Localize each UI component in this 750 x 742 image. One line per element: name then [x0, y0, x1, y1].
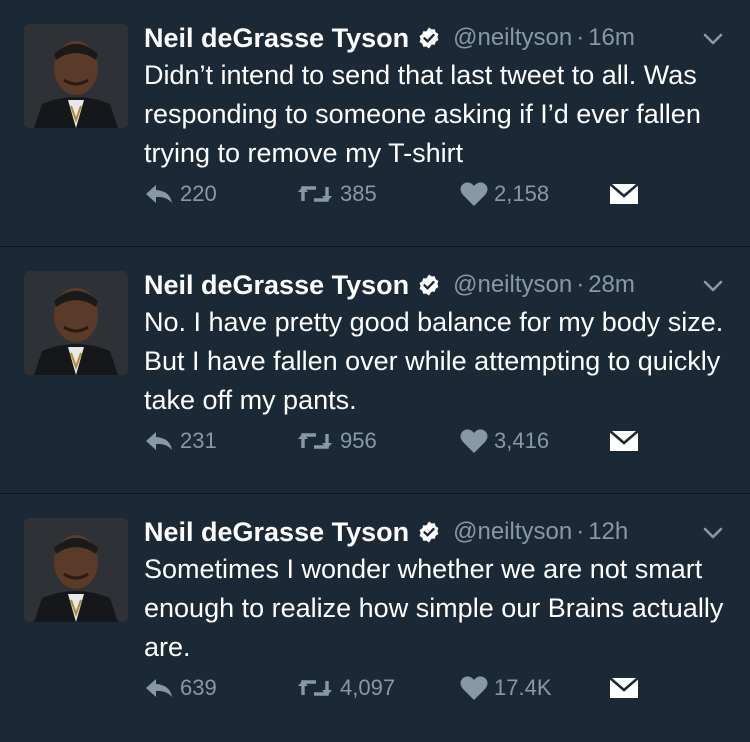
author-name[interactable]: Neil deGrasse Tyson	[144, 23, 409, 54]
timestamp[interactable]: 28m	[588, 271, 635, 299]
author-name[interactable]: Neil deGrasse Tyson	[144, 270, 409, 301]
like-count: 17.4K	[494, 675, 552, 700]
reply-count: 231	[180, 428, 217, 453]
envelope-icon	[609, 430, 639, 451]
tweet-text: Didn’t intend to send that last tweet to…	[144, 60, 709, 168]
reply-button[interactable]: 231	[144, 425, 217, 457]
envelope-icon	[609, 677, 639, 698]
tweet-header: Neil deGrasse Tyson @neiltyson · 28m	[144, 265, 730, 305]
like-count: 2,158	[494, 181, 550, 206]
retweet-count: 956	[340, 428, 377, 453]
retweet-button[interactable]: 385	[296, 178, 377, 210]
direct-message-button[interactable]	[608, 672, 640, 704]
reply-button[interactable]: 220	[144, 178, 217, 210]
separator-dot: ·	[576, 271, 585, 298]
timestamp[interactable]: 12h	[588, 518, 628, 546]
retweet-icon	[298, 433, 332, 449]
direct-message-button[interactable]	[608, 178, 640, 210]
tweet-header: Neil deGrasse Tyson @neiltyson · 12h	[144, 512, 730, 552]
chevron-down-icon[interactable]	[700, 273, 726, 299]
chevron-down-icon[interactable]	[700, 520, 726, 546]
tweet[interactable]: Neil deGrasse Tyson @neiltyson · 28m No.…	[0, 247, 750, 494]
retweet-count: 385	[340, 181, 377, 206]
tweet-content: Neil deGrasse Tyson @neiltyson · 12h Som…	[144, 512, 730, 667]
tweet-actions: 220 385 2,158	[144, 178, 730, 210]
like-button[interactable]: 3,416	[460, 425, 549, 457]
retweet-count: 4,097	[340, 675, 396, 700]
direct-message-button[interactable]	[608, 425, 640, 457]
author-handle[interactable]: @neiltyson	[453, 271, 572, 299]
heart-icon	[460, 429, 488, 453]
reply-icon	[146, 432, 172, 450]
tweet-content: Neil deGrasse Tyson @neiltyson · 16m Did…	[144, 18, 730, 173]
timestamp[interactable]: 16m	[588, 24, 635, 52]
retweet-button[interactable]: 4,097	[296, 672, 395, 704]
avatar[interactable]	[24, 518, 128, 622]
reply-icon	[146, 679, 172, 697]
like-count: 3,416	[494, 428, 550, 453]
tweet-header: Neil deGrasse Tyson @neiltyson · 16m	[144, 18, 730, 58]
tweet-content: Neil deGrasse Tyson @neiltyson · 28m No.…	[144, 265, 730, 420]
reply-button[interactable]: 639	[144, 672, 217, 704]
tweet-text: No. I have pretty good balance for my bo…	[144, 307, 739, 415]
retweet-button[interactable]: 956	[296, 425, 377, 457]
avatar[interactable]	[24, 24, 128, 128]
author-handle[interactable]: @neiltyson	[453, 518, 572, 546]
tweet-text: Sometimes I wonder whether we are not sm…	[144, 554, 731, 662]
reply-count: 639	[180, 675, 217, 700]
verified-badge-icon	[419, 274, 439, 296]
separator-dot: ·	[576, 24, 585, 51]
tweet-actions: 639 4,097 17.4K	[144, 672, 730, 704]
heart-icon	[460, 676, 488, 700]
tweet[interactable]: Neil deGrasse Tyson @neiltyson · 16m Did…	[0, 0, 750, 247]
envelope-icon	[609, 183, 639, 204]
avatar[interactable]	[24, 271, 128, 375]
verified-badge-icon	[419, 521, 439, 543]
verified-badge-icon	[419, 27, 439, 49]
chevron-down-icon[interactable]	[700, 26, 726, 52]
like-button[interactable]: 2,158	[460, 178, 549, 210]
separator-dot: ·	[576, 518, 585, 545]
retweet-icon	[298, 680, 332, 696]
tweet[interactable]: Neil deGrasse Tyson @neiltyson · 12h Som…	[0, 494, 750, 741]
heart-icon	[460, 182, 488, 206]
reply-icon	[146, 185, 172, 203]
author-handle[interactable]: @neiltyson	[453, 24, 572, 52]
tweet-actions: 231 956 3,416	[144, 425, 730, 457]
like-button[interactable]: 17.4K	[460, 672, 552, 704]
tweet-feed: Neil deGrasse Tyson @neiltyson · 16m Did…	[0, 0, 750, 741]
reply-count: 220	[180, 181, 217, 206]
author-name[interactable]: Neil deGrasse Tyson	[144, 517, 409, 548]
retweet-icon	[298, 186, 332, 202]
